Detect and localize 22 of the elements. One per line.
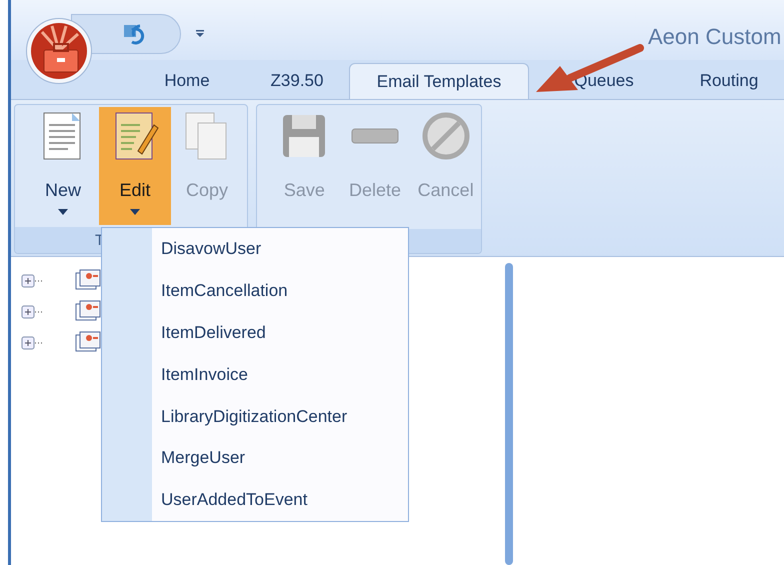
- menu-item[interactable]: MergeUser: [152, 437, 408, 480]
- menu-item[interactable]: ItemCancellation: [152, 270, 408, 312]
- ribbon-tab[interactable]: Email Templates: [349, 63, 529, 99]
- toolbox-icon: [30, 22, 88, 80]
- expand-toggle-icon[interactable]: [21, 305, 45, 319]
- expand-toggle-icon[interactable]: [21, 274, 45, 288]
- cancel-icon: [420, 111, 471, 161]
- quick-access-dropdown-icon[interactable]: [195, 30, 205, 38]
- edit-button[interactable]: Edit: [99, 107, 171, 225]
- ribbon-tab[interactable]: Routing: [679, 63, 779, 99]
- window-title: Aeon Custom: [648, 23, 782, 51]
- ribbon-tab[interactable]: Z39.50: [245, 63, 349, 99]
- menu-item[interactable]: UserAddedToEvent: [152, 479, 408, 522]
- menu-item[interactable]: ItemInvoice: [152, 354, 408, 396]
- menu-item[interactable]: ItemDelivered: [152, 312, 408, 354]
- ribbon-tab[interactable]: Home: [129, 63, 245, 99]
- caret-icon: [58, 209, 68, 215]
- expand-toggle-icon[interactable]: [21, 336, 45, 350]
- caret-icon: [130, 209, 140, 215]
- menu-item[interactable]: DisavowUser: [152, 228, 408, 270]
- new-button[interactable]: New: [27, 107, 99, 225]
- menu-item[interactable]: LibraryDigitizationCenter: [152, 395, 408, 438]
